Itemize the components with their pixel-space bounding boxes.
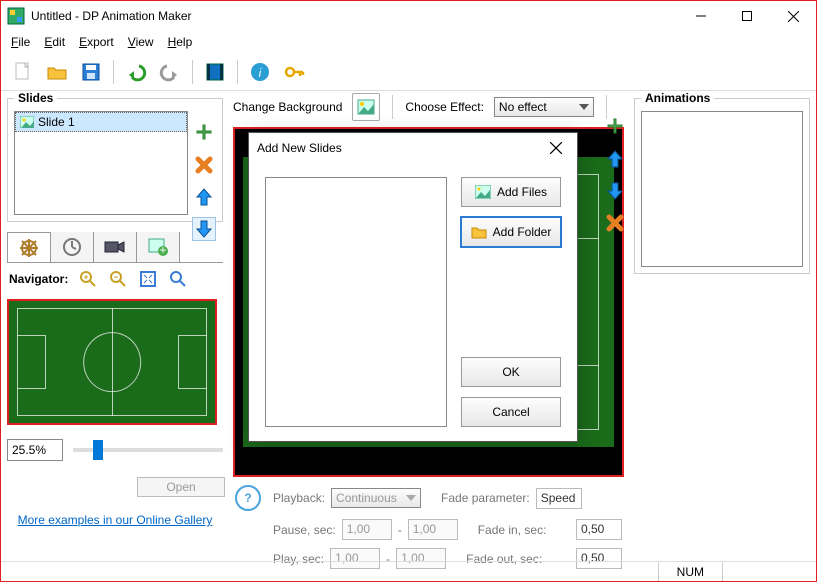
animations-legend: Animations: [641, 91, 714, 105]
fade-in-label: Fade in, sec:: [478, 523, 547, 537]
move-slide-down-button[interactable]: [192, 217, 216, 241]
navigator-label: Navigator:: [9, 272, 68, 286]
folder-icon: [471, 225, 487, 239]
dialog-cancel-button[interactable]: Cancel: [461, 397, 561, 427]
menu-edit[interactable]: Edit: [38, 33, 71, 51]
main-toolbar: i: [1, 53, 816, 91]
add-files-button[interactable]: Add Files: [461, 177, 561, 207]
title-bar: Untitled - DP Animation Maker: [1, 1, 816, 31]
pause-label: Pause, sec:: [273, 523, 336, 537]
tool-tabs: +: [7, 232, 223, 263]
playback-label: Playback:: [273, 491, 325, 505]
slide-label: Slide 1: [38, 115, 75, 129]
slides-legend: Slides: [14, 91, 57, 105]
chevron-down-icon: [579, 104, 589, 110]
window-title: Untitled - DP Animation Maker: [31, 9, 678, 23]
choose-effect-value: No effect: [499, 100, 547, 114]
center-toolbar: Change Background Choose Effect: No effe…: [229, 91, 628, 127]
fade-parameter-label: Fade parameter:: [441, 491, 530, 505]
help-icon[interactable]: ?: [235, 485, 261, 511]
status-num: NUM: [658, 562, 722, 581]
zoom-in-button[interactable]: [78, 269, 98, 289]
zoom-slider[interactable]: [73, 448, 223, 452]
navigator-bar: Navigator:: [7, 263, 223, 295]
svg-text:+: +: [159, 243, 166, 256]
navigator-preview[interactable]: [7, 299, 217, 425]
tab-camera[interactable]: [93, 232, 137, 262]
change-background-button[interactable]: [352, 93, 380, 121]
menu-help[interactable]: Help: [162, 33, 199, 51]
tab-image-add[interactable]: +: [136, 232, 180, 262]
online-gallery-link[interactable]: More examples in our Online Gallery: [7, 513, 223, 527]
menu-export[interactable]: Export: [73, 33, 120, 51]
close-button[interactable]: [770, 1, 816, 31]
menu-bar: File Edit Export View Help: [1, 31, 816, 53]
add-slide-button[interactable]: [192, 121, 216, 145]
dialog-ok-button[interactable]: OK: [461, 357, 561, 387]
tab-wheel[interactable]: [7, 232, 51, 262]
choose-effect-dropdown[interactable]: No effect: [494, 97, 594, 117]
menu-file[interactable]: File: [5, 33, 36, 51]
move-animation-down-button[interactable]: [603, 179, 627, 203]
tab-clock[interactable]: [50, 232, 94, 262]
menu-view[interactable]: View: [122, 33, 160, 51]
choose-effect-label: Choose Effect:: [405, 100, 484, 114]
new-file-button[interactable]: [9, 58, 37, 86]
film-button[interactable]: [201, 58, 229, 86]
save-file-button[interactable]: [77, 58, 105, 86]
move-slide-up-button[interactable]: [192, 185, 216, 209]
maximize-button[interactable]: [724, 1, 770, 31]
chevron-down-icon: [406, 495, 416, 501]
slides-list[interactable]: Slide 1: [14, 111, 188, 215]
key-button[interactable]: [280, 58, 308, 86]
playback-bar: ? Playback: Continuous Fade parameter: S…: [229, 477, 628, 573]
playback-mode-dropdown[interactable]: Continuous: [331, 488, 421, 508]
delete-slide-button[interactable]: [192, 153, 216, 177]
zoom-fit-button[interactable]: [138, 269, 158, 289]
undo-button[interactable]: [122, 58, 150, 86]
zoom-value-input[interactable]: 25.5%: [7, 439, 63, 461]
dialog-title: Add New Slides: [257, 141, 543, 155]
info-button[interactable]: i: [246, 58, 274, 86]
animations-list[interactable]: [641, 111, 803, 267]
slide-item[interactable]: Slide 1: [15, 112, 187, 132]
dialog-file-list[interactable]: [265, 177, 447, 427]
change-background-label: Change Background: [233, 100, 342, 114]
image-icon: [475, 185, 491, 199]
status-bar: NUM: [1, 561, 816, 581]
svg-text:i: i: [259, 66, 262, 80]
open-file-button[interactable]: [43, 58, 71, 86]
zoom-actual-button[interactable]: [168, 269, 188, 289]
slides-panel: Slides Slide 1: [7, 91, 223, 222]
move-animation-up-button[interactable]: [603, 147, 627, 171]
add-new-slides-dialog: Add New Slides Add Files Add Folder OK C…: [248, 132, 578, 442]
app-icon: [7, 7, 25, 25]
pause-to-field[interactable]: 1,00: [408, 519, 458, 540]
animations-panel: Animations: [634, 91, 810, 274]
fade-in-field[interactable]: 0,50: [576, 519, 622, 540]
redo-button[interactable]: [156, 58, 184, 86]
zoom-out-button[interactable]: [108, 269, 128, 289]
fade-parameter-field[interactable]: Speed: [536, 488, 582, 509]
dialog-close-button[interactable]: [543, 135, 569, 161]
add-folder-button[interactable]: Add Folder: [461, 217, 561, 247]
add-animation-button[interactable]: [603, 115, 627, 139]
minimize-button[interactable]: [678, 1, 724, 31]
image-icon: [20, 116, 34, 128]
pause-from-field[interactable]: 1,00: [342, 519, 392, 540]
delete-animation-button[interactable]: [603, 211, 627, 235]
open-button[interactable]: Open: [137, 477, 225, 497]
